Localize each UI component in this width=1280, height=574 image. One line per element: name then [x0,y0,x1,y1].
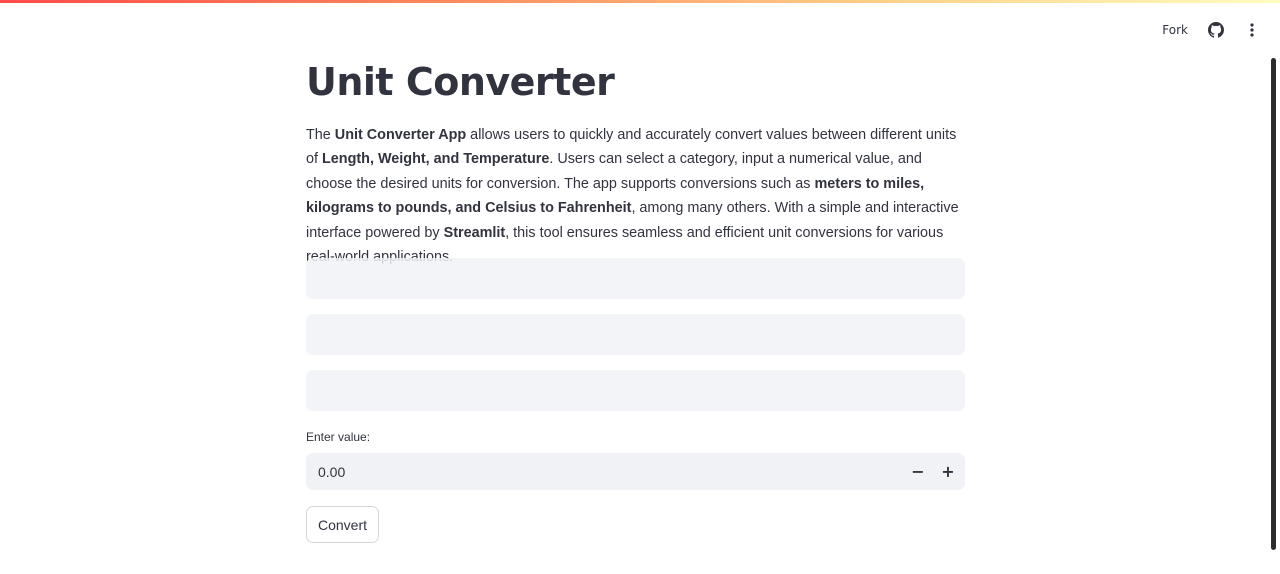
app-root: Fork Unit Converter The Unit Converter A… [0,0,1280,574]
description-bold-text: Streamlit [443,224,506,241]
github-icon[interactable] [1206,20,1226,40]
value-input[interactable] [306,453,903,490]
decrement-button[interactable]: − [903,453,933,490]
category-select-placeholder[interactable] [306,258,965,299]
convert-button[interactable]: Convert [306,506,380,543]
from-unit-select-placeholder[interactable] [306,314,965,355]
description-bold-text: Length, Weight, and Temperature [322,151,550,168]
scrollbar[interactable] [1271,58,1276,550]
description-text: The [306,127,335,143]
value-number-input: − + [306,453,965,490]
increment-button[interactable]: + [933,453,963,490]
top-decoration-bar [0,0,1280,3]
app-description: The Unit Converter App allows users to q… [306,123,965,269]
vertical-ellipsis-icon[interactable] [1242,20,1262,40]
fork-button[interactable]: Fork [1162,23,1188,37]
toolbar: Fork [1162,14,1262,46]
page-title: Unit Converter [306,60,615,104]
to-unit-select-placeholder[interactable] [306,370,965,411]
description-bold-text: Unit Converter App [334,127,467,143]
value-label: Enter value: [306,430,371,444]
